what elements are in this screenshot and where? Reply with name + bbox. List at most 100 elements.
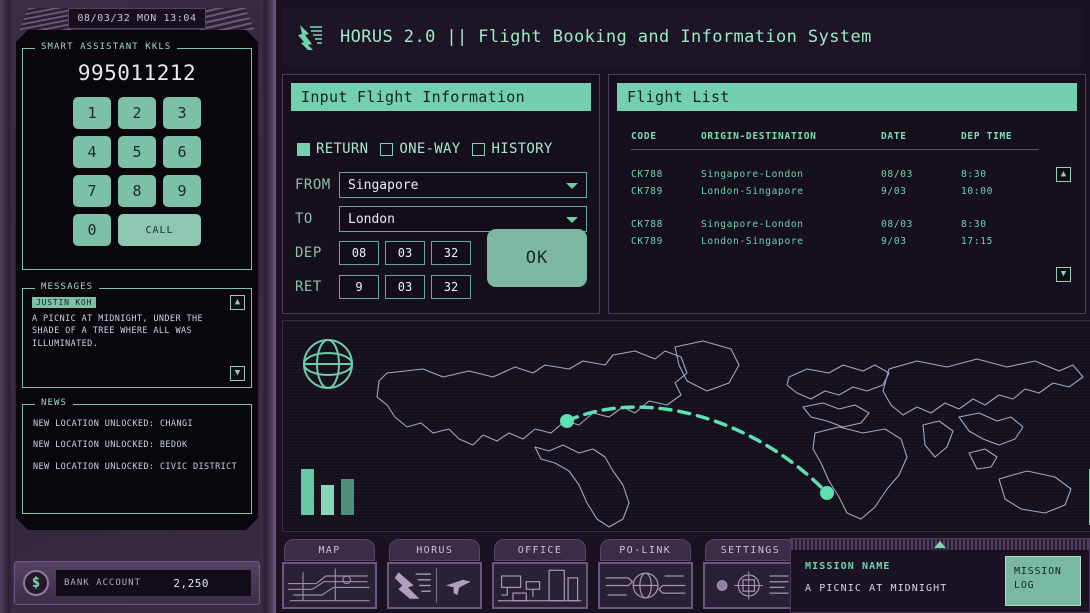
- office-thumbnail-icon: [494, 564, 585, 607]
- cell-dep-time: 10:00: [961, 183, 1039, 200]
- checkbox-history-label: HISTORY: [491, 141, 552, 157]
- horus-falcon-logo-icon: [296, 22, 330, 52]
- dep-day-field[interactable]: 08: [339, 241, 379, 265]
- tab-horus-label: HORUS: [389, 539, 480, 561]
- cell-date: 9/03: [881, 233, 961, 250]
- column-header-dep-time: DEP TIME: [961, 127, 1039, 150]
- tab-settings-thumbnail: [703, 562, 798, 609]
- messages-scroll-up-button[interactable]: ▲: [230, 295, 245, 310]
- cell-code: CK789: [631, 233, 701, 250]
- ret-day-field[interactable]: 9: [339, 275, 379, 299]
- keypad-key-7[interactable]: 7: [73, 175, 111, 207]
- ok-button[interactable]: OK: [487, 229, 587, 287]
- flight-list-panel: Flight List CODE ORIGIN-DESTINATION DATE…: [608, 74, 1086, 314]
- mission-log-button[interactable]: MISSION LOG: [1005, 556, 1081, 606]
- keypad-key-3[interactable]: 3: [163, 97, 201, 129]
- message-body: A PICNIC AT MIDNIGHT, UNDER THE SHADE OF…: [32, 313, 225, 350]
- table-spacer: [631, 200, 1039, 216]
- message-sender-badge: JUSTIN KOH: [32, 297, 96, 308]
- checkbox-one-way-label: ONE-WAY: [399, 141, 460, 157]
- ret-label: RET: [295, 279, 339, 295]
- keypad: 1 2 3 4 5 6 7 8 9 0 CALL: [73, 97, 201, 246]
- keypad-key-8[interactable]: 8: [118, 175, 156, 207]
- mission-name-label: MISSION NAME: [805, 561, 890, 572]
- tab-horus[interactable]: HORUS: [385, 535, 484, 613]
- flight-list-scroll-down-button[interactable]: ▼: [1056, 267, 1071, 282]
- tab-office-thumbnail: [492, 562, 587, 609]
- stat-bars-left: [301, 469, 354, 515]
- table-spacer: [631, 150, 1039, 166]
- keypad-key-2[interactable]: 2: [118, 97, 156, 129]
- checkbox-history[interactable]: HISTORY: [472, 141, 552, 157]
- cell-date: 08/03: [881, 216, 961, 233]
- dep-label: DEP: [295, 245, 339, 261]
- currency-icon: $: [23, 570, 49, 596]
- smart-assistant-title: SMART ASSISTANT KKLS: [35, 42, 177, 52]
- checkbox-return-label: RETURN: [316, 141, 368, 157]
- keypad-key-1[interactable]: 1: [73, 97, 111, 129]
- cell-code: CK788: [631, 166, 701, 183]
- tab-office[interactable]: OFFICE: [490, 535, 589, 613]
- tab-horus-thumbnail: [387, 562, 482, 609]
- dep-month-field[interactable]: 03: [385, 241, 425, 265]
- bank-account-label: BANK ACCOUNT: [64, 578, 141, 588]
- cell-route: London-Singapore: [701, 183, 881, 200]
- column-header-origin-destination: ORIGIN-DESTINATION: [701, 127, 881, 150]
- table-row[interactable]: CK789 London-Singapore 9/03 10:00: [631, 183, 1039, 200]
- tab-map[interactable]: MAP: [280, 535, 379, 613]
- cell-route: Singapore-London: [701, 216, 881, 233]
- main-screen: HORUS 2.0 || Flight Booking and Informat…: [274, 0, 1090, 613]
- flight-list-scroll-up-button[interactable]: ▲: [1056, 167, 1071, 182]
- column-header-date: DATE: [881, 127, 961, 150]
- keypad-key-9[interactable]: 9: [163, 175, 201, 207]
- table-row[interactable]: CK788 Singapore-London 08/03 8:30: [631, 166, 1039, 183]
- checkbox-one-way[interactable]: ONE-WAY: [380, 141, 460, 157]
- po-link-thumbnail-icon: [600, 564, 691, 607]
- ret-year-field[interactable]: 32: [431, 275, 471, 299]
- keypad-key-0[interactable]: 0: [73, 214, 111, 246]
- clock-housing: 08/03/32 MON 13:04: [24, 4, 250, 34]
- device-bezel-right: [260, 0, 274, 613]
- cell-date: 9/03: [881, 183, 961, 200]
- flight-route-arc: [283, 321, 1090, 532]
- call-button[interactable]: CALL: [118, 214, 201, 246]
- checkbox-history-box: [472, 143, 485, 156]
- checkbox-return[interactable]: RETURN: [297, 141, 368, 157]
- bank-account-value: 2,250: [173, 577, 243, 590]
- keypad-key-4[interactable]: 4: [73, 136, 111, 168]
- tab-office-label: OFFICE: [494, 539, 585, 561]
- to-value: London: [348, 212, 395, 227]
- from-select[interactable]: Singapore: [339, 172, 587, 198]
- cell-dep-time: 8:30: [961, 166, 1039, 183]
- cell-dep-time: 8:30: [961, 216, 1039, 233]
- keypad-key-6[interactable]: 6: [163, 136, 201, 168]
- mission-bar-handle[interactable]: [791, 539, 1089, 550]
- messages-title: MESSAGES: [35, 282, 99, 292]
- table-row[interactable]: CK789 London-Singapore 9/03 17:15: [631, 233, 1039, 250]
- page-title: HORUS 2.0 || Flight Booking and Informat…: [340, 27, 872, 47]
- bottom-navigation: MAP HORUS: [280, 535, 800, 613]
- world-map-panel[interactable]: [282, 320, 1090, 532]
- tab-settings-label: SETTINGS: [705, 539, 796, 561]
- horus-thumbnail-icon: [389, 564, 480, 607]
- news-item: NEW LOCATION UNLOCKED: CIVIC DISTRICT: [33, 462, 241, 473]
- keypad-key-5[interactable]: 5: [118, 136, 156, 168]
- checkbox-one-way-box: [380, 143, 393, 156]
- ret-month-field[interactable]: 03: [385, 275, 425, 299]
- chevron-up-icon: [934, 541, 946, 548]
- cell-route: Singapore-London: [701, 166, 881, 183]
- dial-number-display: 995011212: [23, 61, 251, 85]
- tab-po-link[interactable]: PO-LINK: [596, 535, 695, 613]
- news-item: NEW LOCATION UNLOCKED: BEDOK: [33, 440, 241, 451]
- chevron-down-icon: [566, 183, 578, 189]
- dep-year-field[interactable]: 32: [431, 241, 471, 265]
- messages-scroll-down-button[interactable]: ▼: [230, 366, 245, 381]
- cell-route: London-Singapore: [701, 233, 881, 250]
- table-row[interactable]: CK788 Singapore-London 08/03 8:30: [631, 216, 1039, 233]
- app-header: HORUS 2.0 || Flight Booking and Informat…: [282, 8, 1084, 66]
- tab-settings[interactable]: SETTINGS: [701, 535, 800, 613]
- stat-bar: [341, 479, 354, 515]
- flight-list-table: CODE ORIGIN-DESTINATION DATE DEP TIME CK…: [631, 127, 1039, 250]
- map-thumbnail-icon: [284, 564, 375, 607]
- handheld-device-panel: 08/03/32 MON 13:04 SMART ASSISTANT KKLS …: [0, 0, 274, 613]
